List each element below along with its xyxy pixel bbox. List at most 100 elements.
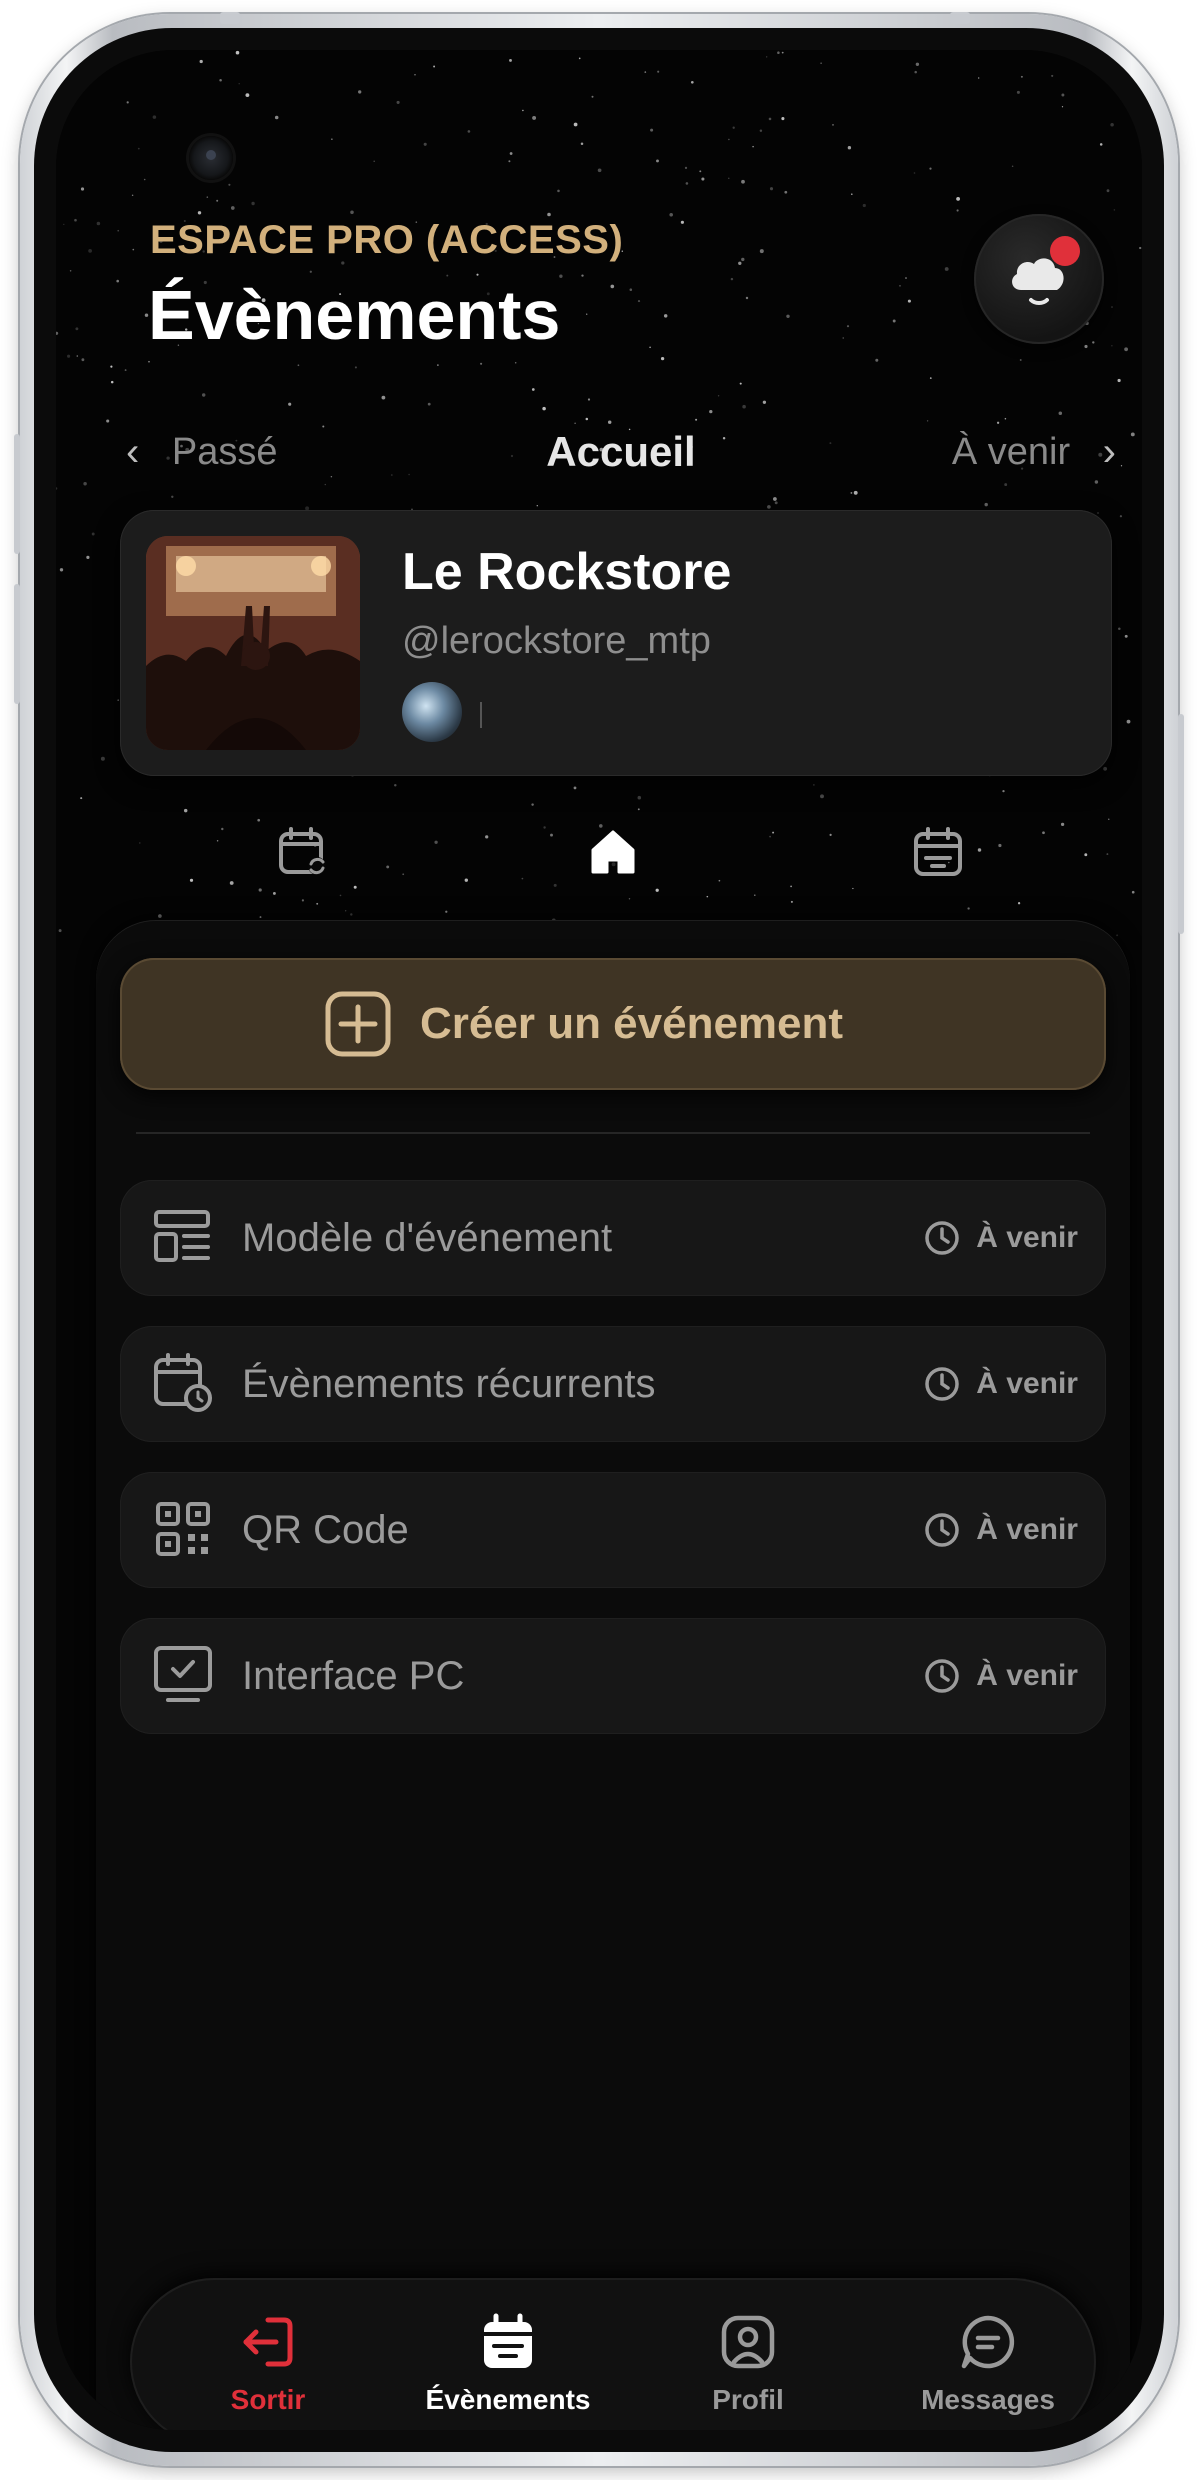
star [587, 398, 591, 401]
star [1124, 347, 1128, 352]
star [742, 404, 746, 409]
clock-icon [925, 1221, 960, 1255]
star [324, 483, 326, 486]
star [206, 196, 209, 198]
venue-handle: @lerockstore_mtp [402, 620, 711, 662]
star [644, 71, 647, 73]
create-event-button[interactable]: Créer un événement [120, 958, 1106, 1090]
star [956, 209, 959, 212]
star [650, 128, 654, 132]
star [781, 117, 785, 121]
star [1120, 465, 1123, 467]
star [1051, 74, 1054, 77]
subnav-next[interactable]: À venir › [952, 422, 1116, 482]
star [91, 532, 95, 536]
star [143, 178, 146, 181]
star [984, 502, 988, 507]
star [542, 406, 546, 411]
home-icon [591, 830, 635, 874]
feature-event-template[interactable]: Modèle d'événement À venir [120, 1180, 1106, 1296]
calendar-icon [914, 827, 962, 876]
star [381, 395, 386, 400]
nav-messages[interactable]: Messages [888, 2278, 1088, 2430]
feature-label: QR Code [242, 1508, 409, 1552]
star [685, 182, 689, 185]
star [847, 146, 852, 150]
star [197, 211, 202, 215]
space-label: ESPACE PRO (ACCESS) [150, 218, 624, 262]
feature-qr-code[interactable]: QR Code À venir [120, 1472, 1106, 1588]
star [117, 229, 120, 232]
star [1004, 483, 1008, 487]
nav-label: Messages [921, 2384, 1055, 2415]
nav-evenements[interactable]: Évènements [408, 2278, 608, 2430]
star [1124, 634, 1128, 638]
star [1126, 719, 1131, 724]
star [768, 117, 772, 121]
star [235, 50, 240, 55]
star [777, 51, 780, 54]
star [732, 126, 735, 129]
status-text: À venir [976, 1659, 1078, 1692]
nav-sortir[interactable]: Sortir [168, 2278, 368, 2430]
star [786, 314, 790, 319]
star [1017, 902, 1021, 905]
star [80, 797, 83, 800]
feature-recurring-events[interactable]: Évènements récurrents À venir [120, 1326, 1106, 1442]
star [573, 122, 578, 127]
star [547, 212, 551, 217]
tab-calendar[interactable] [898, 812, 978, 892]
app-screen: ESPACE PRO (ACCESS) Évènements ‹ Passé A… [56, 50, 1142, 2430]
star [767, 505, 771, 509]
venue-name: Le Rockstore [402, 543, 732, 601]
star [480, 362, 483, 365]
star [699, 170, 702, 173]
star [820, 794, 824, 799]
concert-crowd-image [146, 536, 360, 750]
star [56, 331, 59, 335]
status-text: À venir [976, 1221, 1078, 1254]
star [509, 152, 513, 155]
star [67, 354, 71, 358]
nav-label: Profil [712, 2384, 784, 2415]
star [74, 218, 77, 222]
star [669, 213, 673, 217]
star [69, 270, 72, 272]
star [1092, 341, 1095, 344]
star [1020, 75, 1023, 78]
feature-pc-interface[interactable]: Interface PC À venir [120, 1618, 1106, 1734]
star [728, 177, 730, 179]
star [781, 51, 784, 54]
star [784, 190, 788, 194]
notification-button[interactable] [974, 214, 1104, 344]
star [586, 313, 588, 315]
subnav-current-label[interactable]: Accueil [546, 428, 695, 475]
star [741, 257, 745, 262]
star [126, 101, 129, 104]
star [423, 142, 427, 146]
star [853, 490, 858, 495]
tab-home[interactable] [573, 812, 653, 892]
nav-profil[interactable]: Profil [648, 2278, 848, 2430]
phone-side-button [14, 434, 20, 554]
star [629, 288, 633, 291]
star [913, 172, 916, 174]
star [81, 358, 85, 362]
star [581, 274, 584, 277]
create-event-label: Créer un événement [420, 999, 844, 1048]
star [1097, 512, 1099, 514]
star [124, 369, 127, 372]
tab-recurring[interactable] [263, 812, 343, 892]
star [80, 187, 85, 191]
star [663, 314, 668, 318]
star [842, 337, 844, 339]
star [508, 160, 511, 163]
chevron-right-icon: › [1102, 430, 1116, 474]
venue-card[interactable]: Le Rockstore @lerockstore_mtp [120, 510, 1112, 776]
star [754, 894, 756, 896]
subnav-prev[interactable]: ‹ Passé [126, 422, 278, 482]
star [875, 358, 879, 362]
star [1130, 432, 1135, 437]
star [467, 130, 471, 133]
star [851, 193, 853, 195]
